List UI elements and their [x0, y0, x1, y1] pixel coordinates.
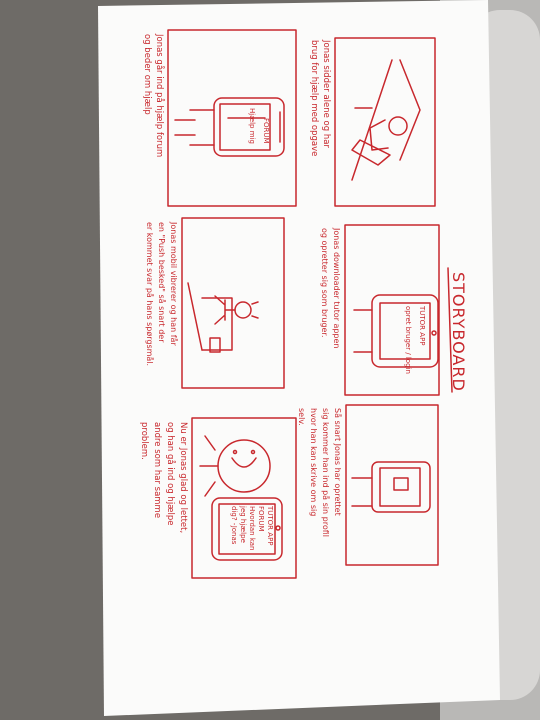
panel-5-caption-line-2: sig kommer han ind på sin profil — [321, 408, 330, 537]
phone-label-help: Hjælp mig — [248, 108, 256, 144]
panel-4-caption-line-2: en "Push besked" så snart der — [157, 222, 166, 343]
panel-2-caption-line-1: Jonas går ind på hjælp forum — [154, 34, 164, 158]
panel-5-caption-line-3: hvor han kan skrive om sig — [309, 408, 318, 517]
storyboard-title: STORYBOARD — [449, 272, 468, 392]
panel-4-caption-line-1: Jonas mobil vibrerer og han får — [169, 222, 178, 346]
phone-label-login: opret bruger / login — [404, 306, 412, 374]
panel-4-caption-line-3: er kommet svar på hans spørgsmål. — [145, 222, 154, 367]
phone-label-tutor: TUTOR APP — [418, 305, 426, 346]
panel-1-caption-line-2: brug for hjælp med opgave — [309, 40, 319, 157]
panel-6-caption-line-1: Nu er Jonas glad og lettet, — [178, 422, 188, 534]
phone-label-answer-2: FORUM — [257, 506, 265, 532]
panel-6-caption-line-4: problem. — [139, 422, 149, 460]
phone-label-answer-5: dig? -Jonas — [230, 506, 238, 545]
phone-label-forum: FORUM — [262, 118, 270, 144]
panel-6-caption-line-2: og han gå ind og hjælpe — [165, 422, 175, 526]
panel-1-caption-line-1: Jonas sidder alene og har — [321, 40, 331, 148]
phone-label-answer-3: Hvordan kan — [248, 506, 256, 551]
panel-5-caption-line-4: selv. — [297, 408, 306, 426]
panel-5-caption-line-1: Så snart Jonas har oprettet — [333, 408, 342, 516]
panel-3-caption-line-2: og opretter sig som bruger. — [320, 228, 329, 338]
phone-label-answer-1: TUTOR APP — [266, 505, 274, 546]
panel-2-caption-line-2: og beder om hjælp — [142, 34, 152, 115]
panel-3-caption-line-1: Jonas downloader tutor appen — [332, 228, 341, 349]
panel-6-caption-line-3: andre som har samme — [152, 422, 162, 519]
phone-label-answer-4: jeg hjælpe — [239, 505, 247, 543]
